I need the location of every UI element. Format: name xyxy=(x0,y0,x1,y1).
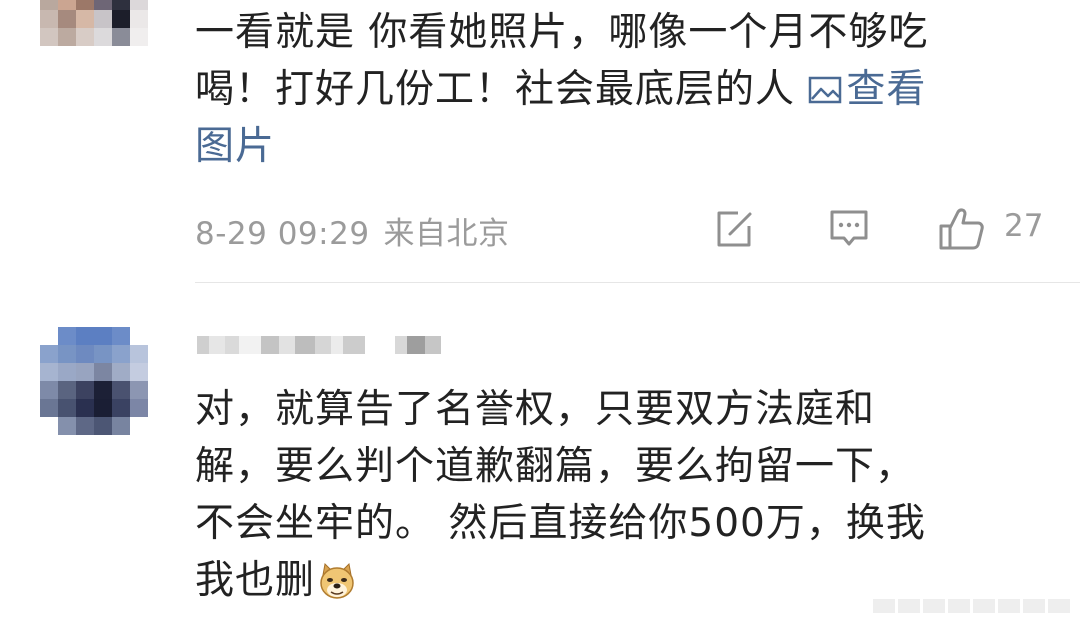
like-icon[interactable] xyxy=(938,206,986,252)
view-image-label-continued[interactable]: 图片 xyxy=(195,124,275,169)
comment-text: 一看就是 你看她照片，哪像一个月不够吃 喝！打好几份工！社会最底层的人 查看 图… xyxy=(195,4,928,175)
comment-meta: 8-29 09:29 来自北京 xyxy=(195,208,510,253)
comment-line: 图片 xyxy=(195,118,928,175)
comment-line-text: 喝！打好几份工！社会最底层的人 xyxy=(195,67,809,112)
divider xyxy=(195,282,1080,283)
avatar[interactable] xyxy=(40,0,148,46)
comment-text: 对，就算告了名誉权，只要双方法庭和 解，要么判个道歉翻篇，要么拘留一下， 不会坐… xyxy=(195,381,926,609)
view-image-label: 查看 xyxy=(846,67,927,112)
comment-line: 我也删 xyxy=(195,552,926,609)
share-icon[interactable] xyxy=(714,206,754,250)
image-icon xyxy=(809,76,842,104)
avatar[interactable] xyxy=(40,327,148,435)
comment-icon[interactable] xyxy=(828,206,870,250)
location: 来自北京 xyxy=(383,216,510,252)
comment-line: 对，就算告了名誉权，只要双方法庭和 xyxy=(195,387,876,432)
comment-line: 解，要么判个道歉翻篇，要么拘留一下， xyxy=(195,444,916,489)
comment-line: 喝！打好几份工！社会最底层的人 查看 xyxy=(195,61,928,118)
doge-emoji xyxy=(320,562,354,599)
view-image-link[interactable]: 查看 xyxy=(808,67,926,112)
timestamp: 8-29 09:29 xyxy=(195,216,370,252)
watermark xyxy=(873,599,1070,613)
comment-line: 一看就是 你看她照片，哪像一个月不够吃 xyxy=(195,10,929,55)
like-count: 27 xyxy=(1004,208,1044,244)
comment-line-text: 我也删 xyxy=(195,558,316,603)
username-blurred[interactable] xyxy=(197,328,441,362)
comment-line: 不会坐牢的。 然后直接给你500万，换我 xyxy=(195,501,926,546)
